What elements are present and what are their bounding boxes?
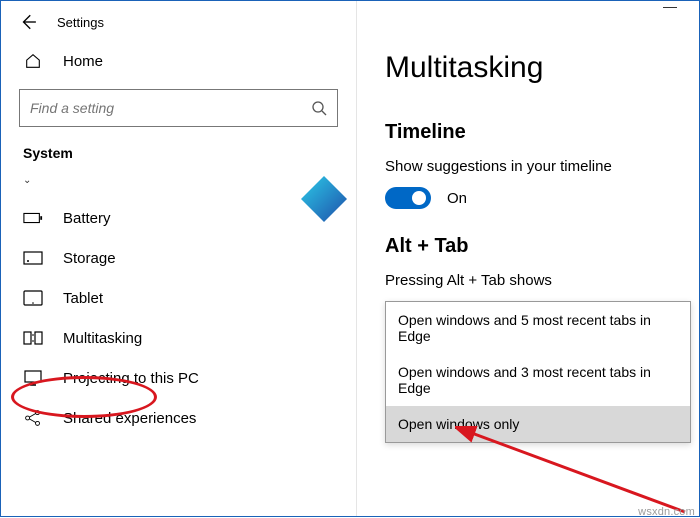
search-icon (311, 100, 327, 116)
titlebar: Settings (1, 7, 356, 41)
sidebar-item-multitasking[interactable]: Multitasking (1, 318, 356, 358)
multitasking-icon (23, 328, 43, 348)
sidebar-item-shared[interactable]: Shared experiences (1, 398, 356, 438)
home-icon (23, 51, 43, 71)
sidebar-item-label: Shared experiences (63, 410, 196, 427)
sidebar: Settings Home System ⌄ Batt (1, 1, 357, 516)
timeline-toggle-row: On (385, 187, 699, 209)
timeline-toggle[interactable] (385, 187, 431, 209)
sidebar-item-label: Home (63, 53, 103, 70)
main-pane: Multitasking Timeline Show suggestions i… (357, 1, 699, 516)
section-label: System (1, 139, 356, 167)
tablet-icon (23, 288, 43, 308)
sidebar-item-tablet[interactable]: Tablet (1, 278, 356, 318)
settings-window: Settings Home System ⌄ Batt (0, 0, 700, 517)
alttab-option[interactable]: Open windows and 5 most recent tabs in E… (386, 302, 690, 354)
sidebar-item-projecting[interactable]: Projecting to this PC (1, 358, 356, 398)
watermark: wsxdn.com (638, 506, 695, 518)
alttab-option-selected[interactable]: Open windows only (386, 406, 690, 442)
chevron-down-icon: ⌄ (23, 175, 31, 186)
timeline-heading: Timeline (385, 121, 699, 144)
toggle-label: On (447, 190, 467, 207)
alttab-option[interactable]: Open windows and 3 most recent tabs in E… (386, 354, 690, 406)
sidebar-item-label: Multitasking (63, 330, 142, 347)
sidebar-item-label: Battery (63, 210, 111, 227)
alttab-dropdown[interactable]: Open windows and 5 most recent tabs in E… (385, 301, 691, 443)
sidebar-item-label: Projecting to this PC (63, 370, 199, 387)
sidebar-item-label: Tablet (63, 290, 103, 307)
search-container (19, 89, 338, 127)
storage-icon (23, 248, 43, 268)
alttab-desc: Pressing Alt + Tab shows (385, 272, 699, 289)
decorative-logo (301, 176, 347, 222)
shared-icon (23, 408, 43, 428)
battery-icon (23, 208, 43, 228)
back-icon[interactable] (19, 13, 37, 31)
alttab-heading: Alt + Tab (385, 235, 699, 258)
page-title: Multitasking (385, 51, 699, 85)
window-title: Settings (57, 15, 104, 30)
search-input[interactable] (30, 100, 327, 116)
sidebar-item-storage[interactable]: Storage (1, 238, 356, 278)
sidebar-item-home[interactable]: Home (1, 41, 356, 81)
timeline-desc: Show suggestions in your timeline (385, 158, 699, 175)
projecting-icon (23, 368, 43, 388)
search-box[interactable] (19, 89, 338, 127)
minimize-icon[interactable] (663, 7, 677, 8)
sidebar-item-label: Storage (63, 250, 116, 267)
